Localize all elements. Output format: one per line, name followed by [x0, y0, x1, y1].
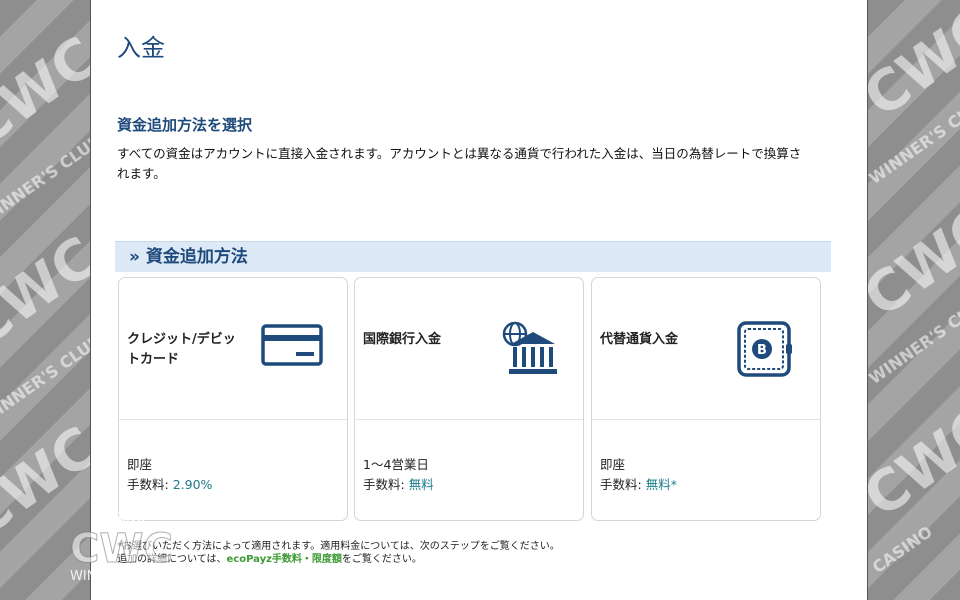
method-card-credit-card[interactable]: クレジット/デビットカード 即座 手数料: 2.90%: [118, 277, 348, 521]
svg-text:B: B: [757, 343, 767, 358]
fee-value: 2.90%: [172, 477, 213, 492]
fee-row: 手数料: 2.90%: [127, 475, 212, 495]
fee-row: 手数料: 無料*: [600, 475, 677, 495]
method-details: 即座 手数料: 無料*: [600, 455, 677, 495]
processing-time: 1～4営業日: [363, 457, 429, 472]
logo-tagline-text: WINNER'S CLUB: [70, 569, 173, 584]
method-details: 即座 手数料: 2.90%: [127, 455, 212, 495]
watermark-casino: CASINO: [868, 522, 936, 577]
methods-header: » 資金追加方法: [115, 241, 831, 272]
logo-brand-text: CWC: [70, 526, 173, 572]
watermark-right: CWC WINNER'S CLUB CWC WINNER'S CLUB CWC …: [868, 0, 960, 600]
fee-value: 無料*: [645, 477, 677, 492]
fees-limits-link[interactable]: ecoPayz手数料・限度額: [227, 554, 342, 565]
section-heading: 資金追加方法を選択: [117, 116, 253, 134]
method-details: 1～4営業日 手数料: 無料: [363, 455, 434, 495]
watermark-tagline: WINNER'S CLUB: [0, 330, 90, 429]
method-card-alternative-currency[interactable]: 代替通貨入金 B 即座 手数料: 無料*: [591, 277, 821, 521]
logo-casino-text: CASINO: [96, 511, 146, 526]
method-name: 国際銀行入金: [363, 332, 442, 347]
footnote-suffix: をご覧ください。: [341, 554, 422, 565]
credit-card-icon: [261, 324, 323, 366]
fee-row: 手数料: 無料: [363, 475, 434, 495]
watermark-brand: CWC: [0, 24, 90, 161]
method-name: クレジット/デビットカード: [127, 332, 236, 367]
page-title: 入金: [117, 34, 165, 62]
bank-icon: [502, 321, 557, 374]
watermark-brand: CWC: [868, 0, 960, 131]
bitcoin-wallet-icon: B: [737, 321, 792, 377]
fee-value: 無料: [408, 477, 434, 492]
cwc-watermark-logo: CASINO CWC WINNER'S CLUB: [70, 511, 174, 584]
watermark-brand: CWC: [868, 194, 960, 331]
section-description: すべての資金はアカウントに直接入金されます。アカウントとは異なる通貨で行われた入…: [117, 146, 802, 181]
processing-time: 即座: [600, 457, 626, 472]
method-card-bank-transfer[interactable]: 国際銀行入金 1～4営業日 手数料: 無料: [354, 277, 584, 521]
fee-label: 手数料:: [363, 477, 405, 492]
watermark-tagline: WINNER'S CLUB: [0, 130, 90, 229]
method-name: 代替通貨入金: [600, 332, 679, 347]
fee-label: 手数料:: [127, 477, 169, 492]
watermark-brand: CWC: [0, 224, 90, 361]
processing-time: 即座: [127, 457, 153, 472]
deposit-panel: 入金 資金追加方法を選択 すべての資金はアカウントに直接入金されます。アカウント…: [90, 0, 868, 600]
methods-header-label: » 資金追加方法: [129, 247, 248, 267]
fee-label: 手数料:: [600, 477, 642, 492]
watermark-brand: CWC: [868, 394, 960, 531]
